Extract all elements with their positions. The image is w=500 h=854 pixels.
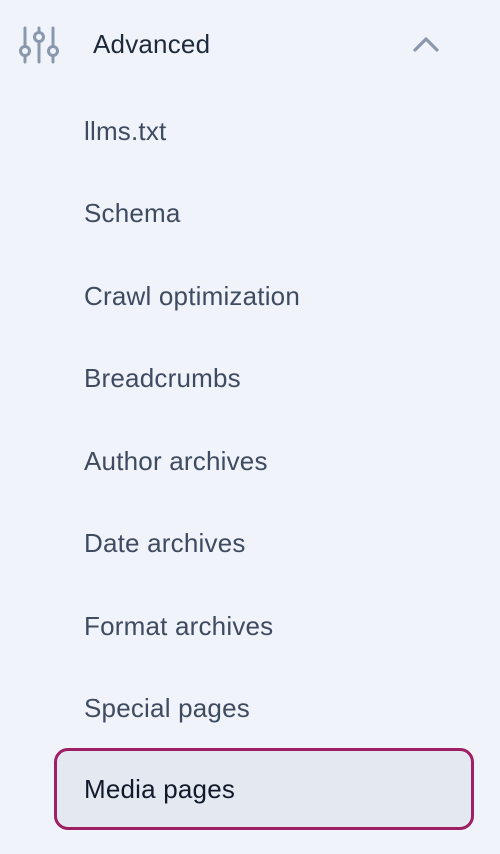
advanced-section-header[interactable]: Advanced bbox=[0, 0, 500, 90]
chevron-up-icon[interactable] bbox=[408, 28, 444, 60]
section-title: Advanced bbox=[93, 29, 211, 59]
submenu-item-crawl-optimization[interactable]: Crawl optimization bbox=[54, 255, 474, 337]
submenu-item-date-archives[interactable]: Date archives bbox=[54, 502, 474, 584]
submenu-item-format-archives[interactable]: Format archives bbox=[54, 585, 474, 667]
submenu-item-schema[interactable]: Schema bbox=[54, 172, 474, 254]
submenu-item-author-archives[interactable]: Author archives bbox=[54, 420, 474, 502]
sidebar-panel: Advanced llms.txt Schema Crawl optimizat… bbox=[0, 0, 500, 854]
submenu-item-breadcrumbs[interactable]: Breadcrumbs bbox=[54, 337, 474, 419]
submenu-item-special-pages[interactable]: Special pages bbox=[54, 667, 474, 749]
submenu-item-llms-txt[interactable]: llms.txt bbox=[54, 90, 474, 172]
sliders-icon bbox=[18, 24, 60, 66]
submenu-item-media-pages[interactable]: Media pages bbox=[54, 748, 474, 830]
